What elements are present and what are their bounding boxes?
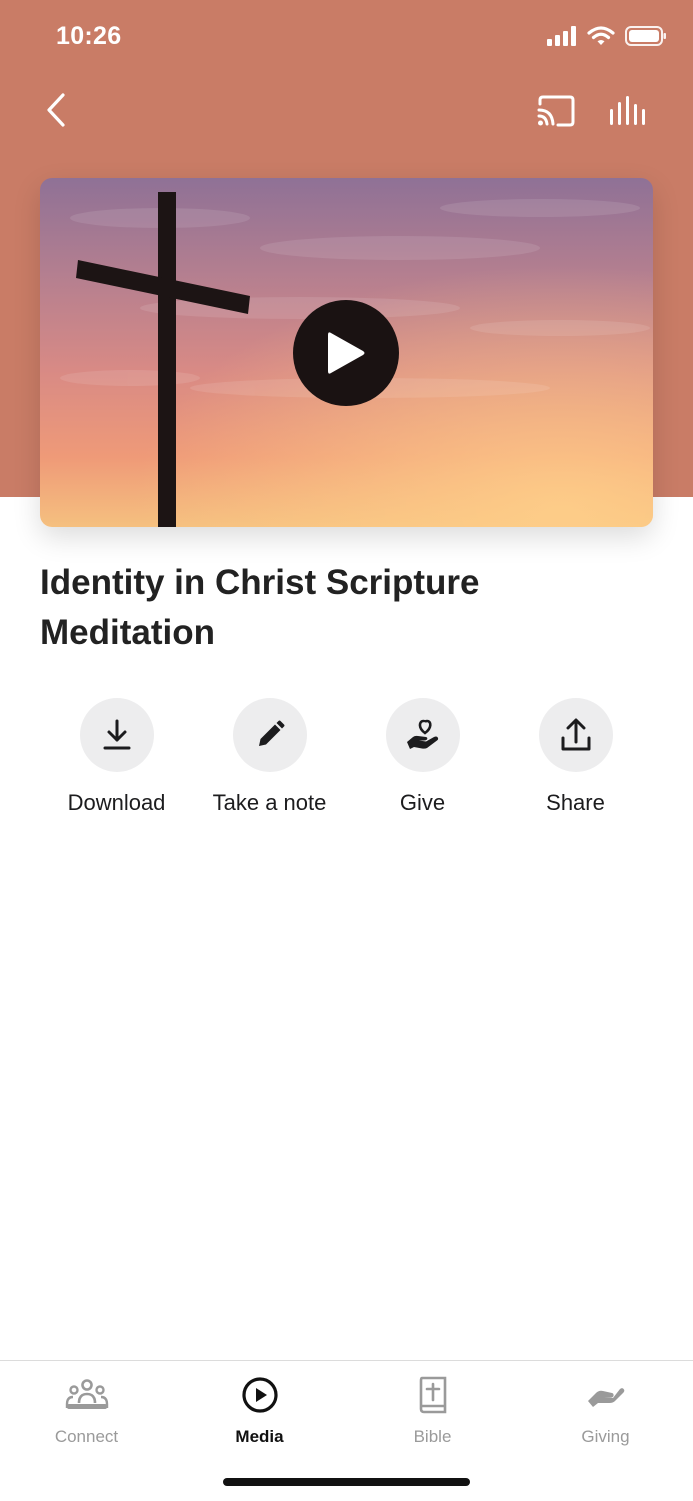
action-row: Download Take a note Give Share <box>40 698 653 828</box>
chevron-left-icon <box>47 93 65 127</box>
heart-hand-icon <box>406 719 438 749</box>
back-button[interactable] <box>36 86 76 134</box>
share-label: Share <box>546 790 605 815</box>
bible-icon <box>419 1376 446 1414</box>
give-button[interactable]: Give <box>346 698 499 816</box>
tab-connect-label: Connect <box>54 1427 119 1446</box>
people-icon <box>65 1379 108 1409</box>
pencil-icon <box>258 720 284 746</box>
top-nav <box>0 86 693 136</box>
tab-giving[interactable]: Giving <box>519 1375 692 1447</box>
download-label: Download <box>67 790 166 815</box>
take-note-button[interactable]: Take a note <box>193 698 346 816</box>
give-label: Give <box>399 790 446 815</box>
tab-bible[interactable]: Bible <box>346 1375 519 1447</box>
video-thumbnail[interactable] <box>40 178 653 527</box>
tab-media-label: Media <box>235 1427 284 1446</box>
battery-icon <box>625 26 666 46</box>
signal-icon <box>547 26 576 46</box>
cast-icon <box>537 95 575 127</box>
download-icon <box>103 719 130 750</box>
take-note-circle <box>232 698 307 772</box>
download-button[interactable]: Download <box>40 698 193 816</box>
audio-bars-icon <box>610 96 645 125</box>
play-icon <box>328 332 365 374</box>
share-icon <box>561 718 590 751</box>
cast-button[interactable] <box>533 88 579 134</box>
episode-title: Identity in Christ Scripture Meditation <box>40 563 480 652</box>
share-button[interactable]: Share <box>499 698 652 816</box>
play-button[interactable] <box>293 300 399 406</box>
home-indicator <box>223 1478 470 1486</box>
give-circle <box>385 698 460 772</box>
status-time: 10:26 <box>56 22 122 50</box>
play-circle-icon <box>241 1377 278 1413</box>
take-note-label: Take a note <box>212 790 327 815</box>
wifi-icon <box>587 26 615 45</box>
share-circle <box>538 698 613 772</box>
status-bar: 10:26 <box>0 0 693 80</box>
tab-giving-label: Giving <box>581 1427 630 1446</box>
audio-options-button[interactable] <box>606 88 652 134</box>
tab-connect[interactable]: Connect <box>0 1375 173 1447</box>
status-icons <box>547 26 667 46</box>
download-circle <box>79 698 154 772</box>
tab-media[interactable]: Media <box>173 1375 346 1447</box>
tab-bible-label: Bible <box>413 1427 452 1446</box>
giving-hand-icon <box>587 1388 624 1407</box>
